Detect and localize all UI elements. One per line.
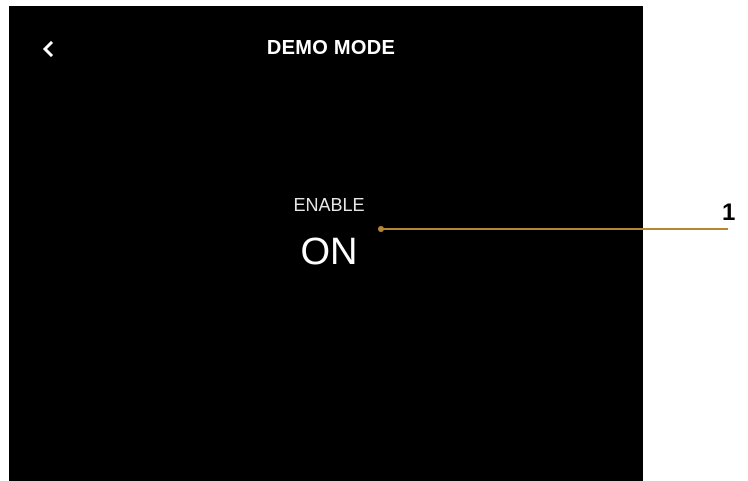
device-screen: DEMO MODE ENABLE ON [9, 6, 643, 481]
callout-number: 1 [722, 199, 736, 226]
manual-figure: DEMO MODE ENABLE ON 1 [0, 0, 748, 481]
setting-value: ON [300, 231, 358, 273]
callout-line [378, 226, 728, 232]
setting-label: ENABLE [293, 195, 365, 215]
enable-setting[interactable]: ENABLE ON [259, 194, 399, 272]
page-title: DEMO MODE [266, 37, 396, 59]
